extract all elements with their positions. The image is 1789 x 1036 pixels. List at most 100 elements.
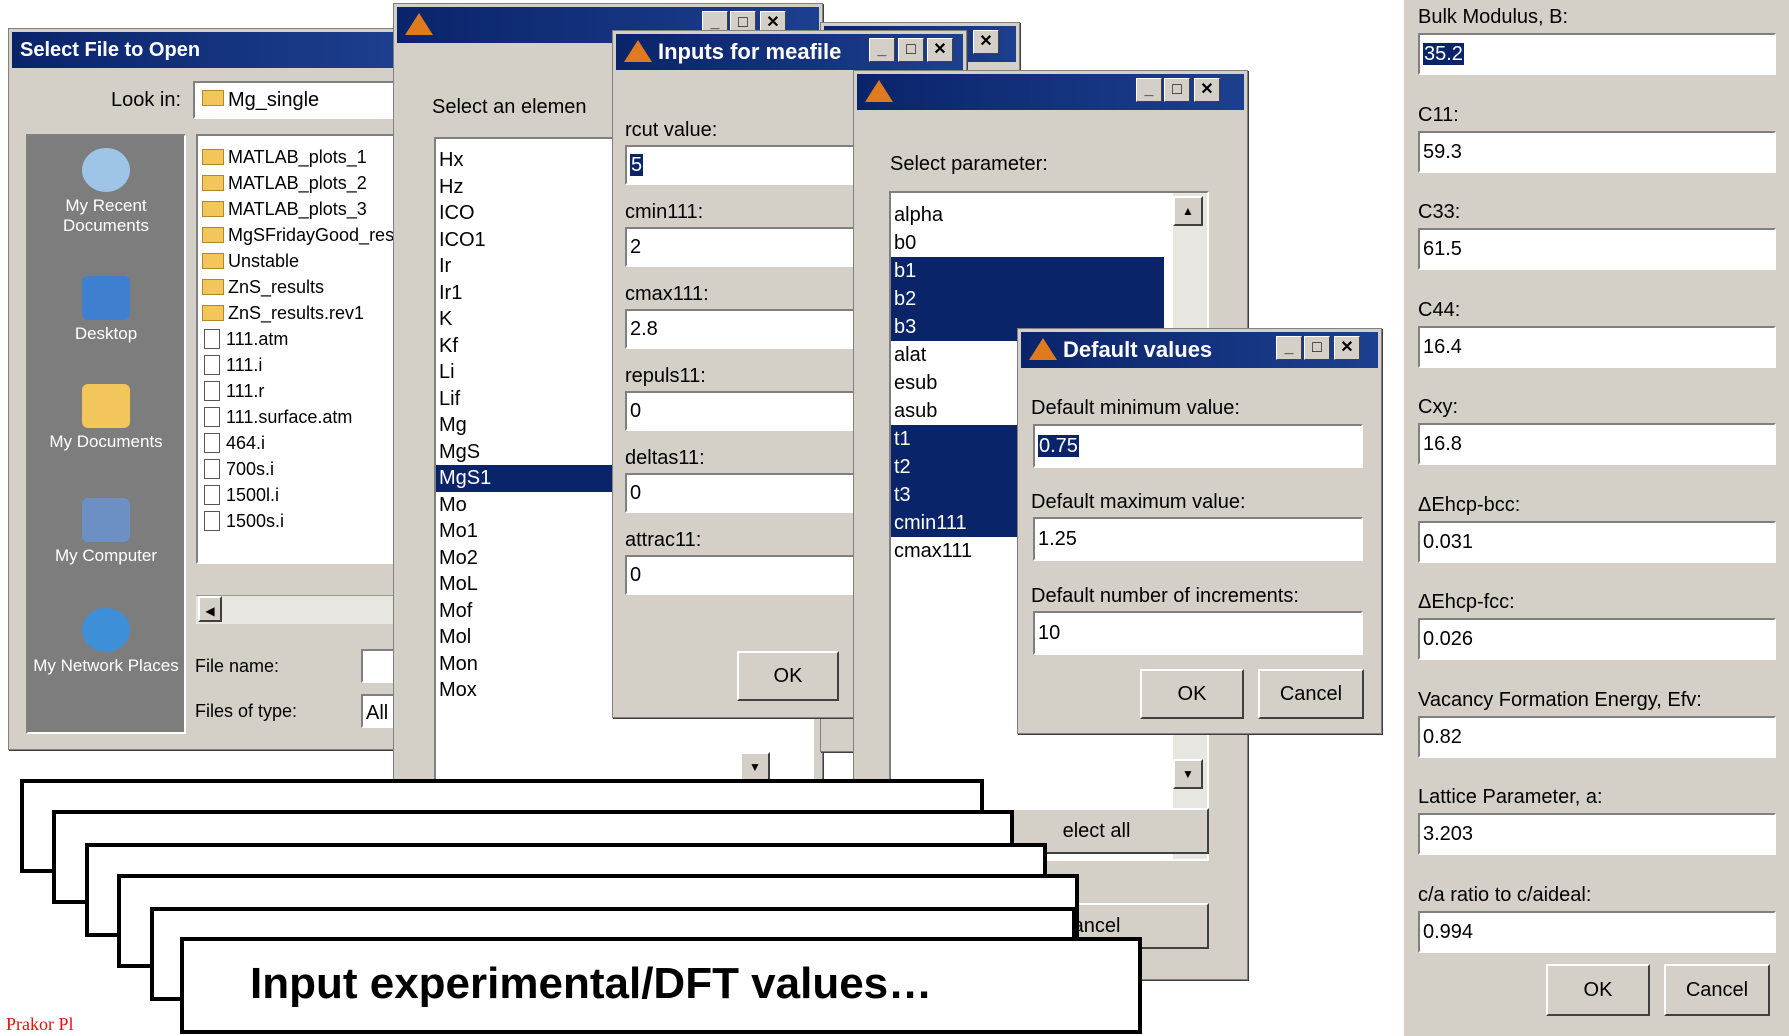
scroll-down-button[interactable]: ▼: [740, 752, 770, 782]
file-icon: [204, 355, 220, 375]
property-value: 59.3: [1423, 140, 1462, 163]
folder-icon: [202, 227, 224, 243]
file-icon: [204, 459, 220, 479]
place-my-computer[interactable]: My Computer: [31, 498, 181, 566]
scroll-up-button[interactable]: ▲: [1173, 196, 1203, 226]
property-input[interactable]: 35.2: [1418, 33, 1776, 75]
default-ok-button[interactable]: OK: [1140, 669, 1244, 719]
default-cancel-button[interactable]: Cancel: [1258, 669, 1364, 719]
file-item[interactable]: 464.i: [198, 430, 409, 456]
property-label: Vacancy Formation Energy, Efv:: [1418, 688, 1702, 711]
close-button[interactable]: ✕: [927, 38, 953, 62]
maximize-button[interactable]: □: [898, 38, 924, 62]
place-desktop[interactable]: Desktop: [31, 276, 181, 344]
file-item-label: 111.surface.atm: [226, 407, 353, 427]
folder-icon: [202, 149, 224, 165]
file-list-hscroll[interactable]: ◀: [196, 595, 411, 624]
file-item-label: 111.i: [226, 355, 263, 375]
properties-ok-button[interactable]: OK: [1546, 964, 1650, 1016]
scroll-left-button[interactable]: ◀: [198, 596, 222, 622]
property-input[interactable]: 0.994: [1418, 910, 1776, 953]
parameter-item[interactable]: b1: [891, 257, 1164, 285]
property-value: 0.994: [1423, 920, 1474, 943]
property-label: Cxy:: [1418, 396, 1458, 418]
minimize-button[interactable]: _: [1276, 336, 1302, 360]
meafile-field-label: rcut value:: [625, 119, 718, 141]
file-item[interactable]: 111.i: [198, 352, 409, 378]
property-input[interactable]: 0.82: [1418, 715, 1776, 758]
property-input[interactable]: 0.026: [1418, 618, 1776, 660]
file-item[interactable]: ZnS_results: [198, 274, 409, 300]
file-item[interactable]: 111.surface.atm: [198, 404, 409, 430]
file-item[interactable]: MATLAB_plots_1: [198, 144, 409, 170]
file-item-label: Unstable: [228, 251, 300, 271]
parameter-item[interactable]: alpha: [891, 201, 1164, 229]
property-input[interactable]: 3.203: [1418, 813, 1776, 855]
default-increments-input[interactable]: 10: [1033, 611, 1363, 655]
file-item[interactable]: 1500s.i: [198, 508, 409, 534]
file-item[interactable]: 111.r: [198, 378, 409, 404]
file-item-label: ZnS_results.rev1: [228, 303, 365, 323]
file-item[interactable]: ZnS_results.rev1: [198, 300, 409, 326]
property-input[interactable]: 16.4: [1418, 325, 1776, 368]
property-input[interactable]: 0.031: [1418, 520, 1776, 563]
desktop-icon: [82, 276, 130, 320]
step-card-front: Input experimental/DFT values…: [180, 937, 1142, 1034]
look-in-combo[interactable]: Mg_single: [193, 81, 413, 119]
default-max-input[interactable]: 1.25: [1033, 517, 1363, 561]
places-bar: My Recent Documents Desktop My Documents…: [26, 134, 186, 734]
file-item[interactable]: MATLAB_plots_2: [198, 170, 409, 196]
file-item[interactable]: 111.atm: [198, 326, 409, 352]
parameter-item[interactable]: b0: [891, 229, 1164, 257]
file-icon: [204, 381, 220, 401]
default-min-label: Default minimum value:: [1031, 397, 1240, 419]
parameter-item[interactable]: b2: [891, 285, 1164, 313]
meafile-ok-button[interactable]: OK: [737, 651, 839, 701]
default-values-title: Default values: [1063, 337, 1213, 362]
property-value: 3.203: [1423, 823, 1474, 845]
property-value: 16.4: [1423, 335, 1462, 358]
select-file-title: Select File to Open: [20, 39, 201, 61]
meafile-field-value: 2: [630, 236, 642, 258]
place-my-network[interactable]: My Network Places: [31, 608, 181, 676]
property-label: ΔEhcp-bcc:: [1418, 493, 1521, 516]
default-max-value: 1.25: [1038, 528, 1077, 550]
folder-icon: [202, 90, 224, 106]
property-input[interactable]: 16.8: [1418, 423, 1776, 465]
file-name-label: File name:: [195, 656, 280, 676]
file-item[interactable]: Unstable: [198, 248, 409, 274]
default-increments-label: Default number of increments:: [1031, 585, 1299, 607]
place-recent-documents[interactable]: My Recent Documents: [31, 148, 181, 236]
property-label: Lattice Parameter, a:: [1418, 786, 1603, 808]
property-label: C11:: [1418, 103, 1459, 126]
maximize-button[interactable]: □: [1304, 336, 1330, 360]
file-icon: [204, 511, 220, 531]
close-button[interactable]: ✕: [1194, 78, 1220, 102]
close-button[interactable]: ✕: [973, 30, 999, 54]
recent-documents-icon: [82, 148, 130, 192]
meafile-title: Inputs for meafile: [658, 39, 842, 64]
close-button[interactable]: ✕: [1334, 336, 1360, 360]
matlab-icon: [405, 13, 433, 36]
file-item-label: ZnS_results: [228, 277, 325, 297]
minimize-button[interactable]: _: [1136, 78, 1162, 102]
maximize-button[interactable]: □: [1164, 78, 1190, 102]
file-item[interactable]: 700s.i: [198, 456, 409, 482]
properties-cancel-button[interactable]: Cancel: [1664, 964, 1770, 1016]
scroll-down-button[interactable]: ▼: [1173, 759, 1203, 789]
minimize-button[interactable]: _: [869, 38, 895, 62]
property-input[interactable]: 59.3: [1418, 130, 1776, 173]
place-my-documents[interactable]: My Documents: [31, 384, 181, 452]
matlab-icon: [624, 40, 652, 63]
file-item[interactable]: 1500l.i: [198, 482, 409, 508]
file-list[interactable]: MATLAB_plots_1 MATLAB_plots_2 MATLAB_plots…: [196, 134, 411, 564]
default-min-input[interactable]: 0.75: [1033, 424, 1363, 468]
meafile-field-label: cmax111:: [625, 283, 709, 305]
meafile-field-value: 0: [630, 400, 642, 422]
select-file-titlebar: Select File to Open: [12, 32, 404, 68]
matlab-icon: [1029, 338, 1057, 361]
file-item[interactable]: MgSFridayGood_res: [198, 222, 409, 248]
property-input[interactable]: 61.5: [1418, 228, 1776, 270]
my-computer-icon: [82, 498, 130, 542]
file-item[interactable]: MATLAB_plots_3: [198, 196, 409, 222]
